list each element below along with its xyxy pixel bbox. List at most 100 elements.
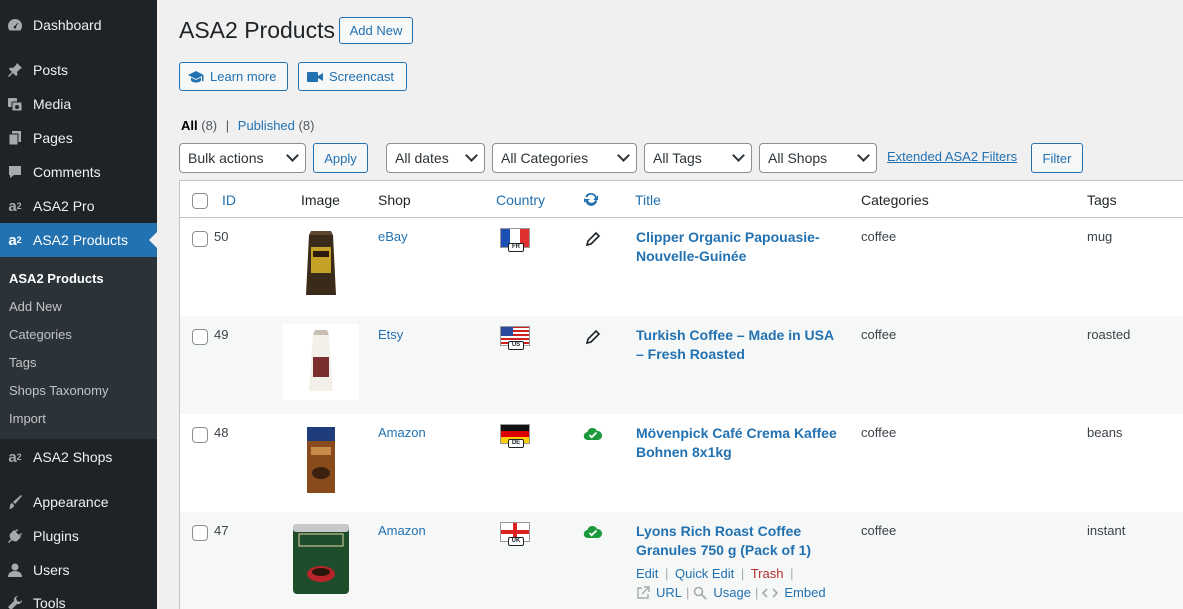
row-title-line-1[interactable]: Clipper Organic Papouasie- <box>636 228 851 247</box>
learn-more-button[interactable]: Learn more <box>179 62 288 91</box>
submenu-item-tags[interactable]: Tags <box>9 355 36 370</box>
flag-us-icon: US <box>500 326 530 350</box>
country-code: UK <box>508 537 524 546</box>
menu-label: ASA2 Pro <box>33 198 95 214</box>
embed-link[interactable]: Embed <box>784 585 825 600</box>
submenu-item-categories[interactable]: Categories <box>9 327 72 342</box>
row-title-line-2[interactable]: Nouvelle-Guinée <box>636 247 851 266</box>
row-shop[interactable]: eBay <box>378 229 408 244</box>
table-row: 47 Amazon UK Lyons Rich Roast Coffee Gra… <box>180 512 1183 609</box>
row-title-line-1[interactable]: Mövenpick Café Crema Kaffee <box>636 424 851 443</box>
menu-item-pages[interactable]: Pages <box>0 121 157 155</box>
menu-item-media[interactable]: Media <box>0 87 157 121</box>
url-link[interactable]: URL <box>656 585 682 600</box>
row-shop[interactable]: Etsy <box>378 327 403 342</box>
column-title[interactable]: Title <box>635 192 661 208</box>
column-image: Image <box>301 192 340 208</box>
row-checkbox[interactable] <box>192 427 208 443</box>
row-shop[interactable]: Amazon <box>378 523 426 538</box>
filter-button[interactable]: Filter <box>1031 143 1083 173</box>
menu-item-asa2-pro[interactable]: a2 ASA2 Pro <box>0 189 157 223</box>
screencast-label: Screencast <box>329 69 395 84</box>
asa2-icon: a2 <box>8 197 22 215</box>
tag-filter-select[interactable]: All Tags <box>644 143 752 173</box>
menu-item-appearance[interactable]: Appearance <box>0 485 157 519</box>
sync-icon[interactable] <box>582 191 600 210</box>
media-icon <box>6 95 24 113</box>
row-actions-primary: Edit | Quick Edit | Trash | <box>636 566 796 581</box>
row-tag: mug <box>1087 229 1113 244</box>
category-filter-select[interactable]: All Categories <box>492 143 637 173</box>
view-published-link[interactable]: Published <box>238 118 295 133</box>
asa2-icon: a2 <box>8 448 22 466</box>
apply-button[interactable]: Apply <box>313 143 368 173</box>
row-id: 50 <box>214 229 229 244</box>
row-title-line-2[interactable]: Granules 750 g (Pack of 1) <box>636 541 851 560</box>
date-filter-select[interactable]: All dates <box>386 143 485 173</box>
menu-item-asa2-shops[interactable]: a2 ASA2 Shops <box>0 440 157 474</box>
menu-label: Comments <box>33 164 101 180</box>
view-all-link[interactable]: All <box>181 118 198 133</box>
row-category: coffee <box>861 523 897 538</box>
separator: | <box>686 585 690 600</box>
video-camera-icon <box>306 71 324 83</box>
tag-filter-value: All Tags <box>653 150 702 166</box>
row-title-line-2[interactable]: – Fresh Roasted <box>636 345 851 364</box>
view-all-count: (8) <box>201 118 218 133</box>
bulk-actions-select[interactable]: Bulk actions <box>179 143 306 173</box>
submenu-item-import[interactable]: Import <box>9 411 46 426</box>
menu-item-comments[interactable]: Comments <box>0 155 157 189</box>
shop-filter-select[interactable]: All Shops <box>759 143 877 173</box>
menu-item-plugins[interactable]: Plugins <box>0 519 157 553</box>
row-tag: roasted <box>1087 327 1131 342</box>
add-new-button[interactable]: Add New <box>339 17 413 44</box>
menu-label: Users <box>33 562 70 578</box>
bulk-actions-value: Bulk actions <box>188 150 264 166</box>
column-country[interactable]: Country <box>496 192 545 208</box>
separator: | <box>754 585 759 600</box>
row-tag: instant <box>1087 523 1126 538</box>
pencil-icon[interactable] <box>585 231 601 250</box>
menu-item-dashboard[interactable]: Dashboard <box>0 8 157 42</box>
submenu-item-products[interactable]: ASA2 Products <box>9 271 104 286</box>
menu-item-asa2-products[interactable]: a2 ASA2 Products <box>0 223 157 257</box>
search-icon <box>693 586 708 600</box>
submenu-item-add-new[interactable]: Add New <box>9 299 62 314</box>
table-row: 50 eBay FR Clipper Organic Papouasie- No… <box>180 218 1183 316</box>
row-title-line-1[interactable]: Lyons Rich Roast Coffee <box>636 522 851 541</box>
screencast-button[interactable]: Screencast <box>298 62 407 91</box>
trash-link[interactable]: Trash <box>751 566 784 581</box>
product-image[interactable] <box>283 226 359 302</box>
submenu-item-shops-taxonomy[interactable]: Shops Taxonomy <box>9 383 109 398</box>
edit-link[interactable]: Edit <box>636 566 658 581</box>
view-published-count: (8) <box>298 118 315 133</box>
table-row: 48 Amazon DE Mövenpick Café Crema Kaffee… <box>180 414 1183 512</box>
pencil-icon[interactable] <box>585 329 601 348</box>
code-icon <box>762 587 779 599</box>
row-checkbox[interactable] <box>192 329 208 345</box>
row-title-line-2[interactable]: Bohnen 8x1kg <box>636 443 851 462</box>
menu-item-posts[interactable]: Posts <box>0 53 157 87</box>
menu-label: ASA2 Shops <box>33 449 113 465</box>
row-category: coffee <box>861 425 897 440</box>
row-tag: beans <box>1087 425 1123 440</box>
menu-item-users[interactable]: Users <box>0 553 157 587</box>
column-id[interactable]: ID <box>222 192 236 208</box>
product-image[interactable] <box>283 324 359 400</box>
select-all-checkbox[interactable] <box>192 193 208 209</box>
row-title-line-1[interactable]: Turkish Coffee – Made in USA <box>636 326 851 345</box>
row-checkbox[interactable] <box>192 525 208 541</box>
product-image[interactable] <box>283 520 359 596</box>
menu-item-tools[interactable]: Tools <box>0 586 157 609</box>
external-link-icon <box>636 585 650 600</box>
quick-edit-link[interactable]: Quick Edit <box>675 566 734 581</box>
usage-link[interactable]: Usage <box>713 585 751 600</box>
brush-icon <box>6 493 24 511</box>
row-checkbox[interactable] <box>192 231 208 247</box>
row-shop[interactable]: Amazon <box>378 425 426 440</box>
column-tags: Tags <box>1087 192 1117 208</box>
row-category: coffee <box>861 229 897 244</box>
extended-filters-link[interactable]: Extended ASA2 Filters <box>887 149 1017 164</box>
flag-fr-icon: FR <box>500 228 530 252</box>
product-image[interactable] <box>283 422 359 498</box>
